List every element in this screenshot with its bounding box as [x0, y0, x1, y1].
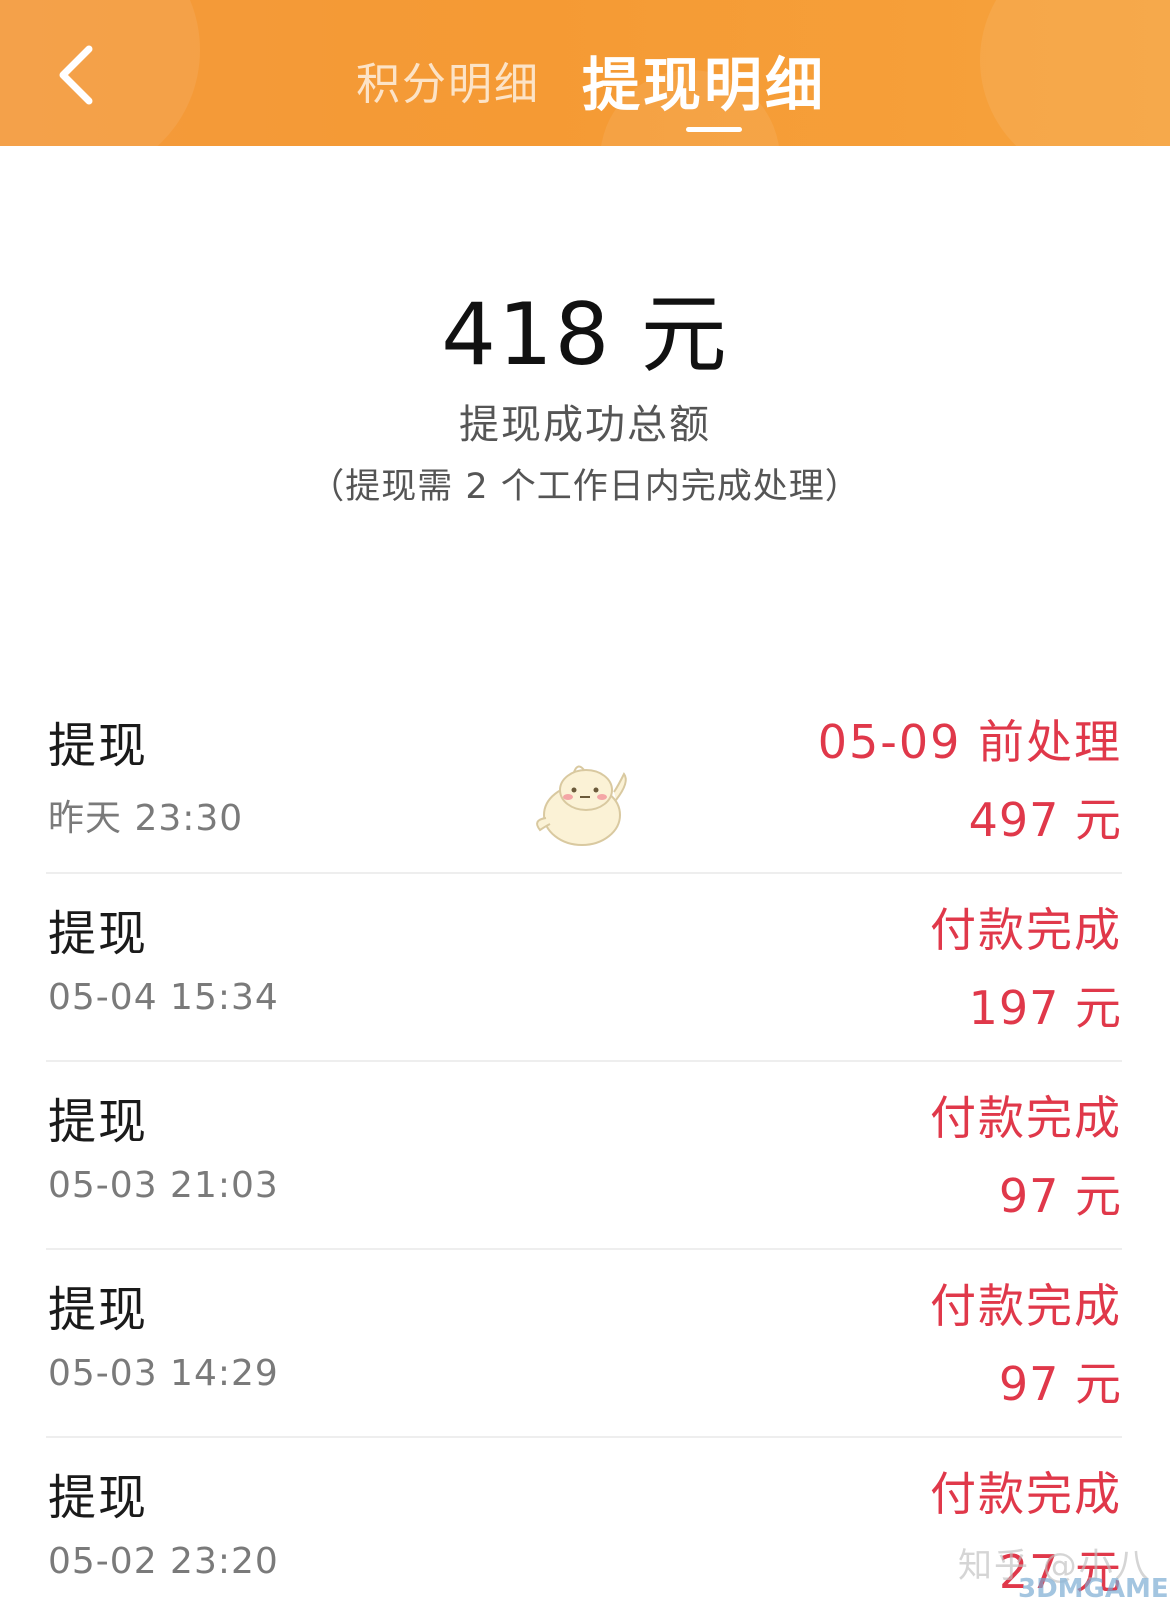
record-status: 付款完成 [930, 1467, 1122, 1521]
record-type: 提现 [48, 1282, 149, 1338]
tab-withdraw-details[interactable]: 提现明细 [582, 40, 826, 120]
total-withdrawn-label: 提现成功总额 [459, 402, 711, 448]
record-status: 付款完成 [930, 1279, 1122, 1333]
top-header: 积分明细 提现明细 [0, 0, 1170, 146]
header-decoration [980, 0, 1170, 146]
record-status: 付款完成 [930, 903, 1122, 957]
record-amount: 97 元 [998, 1169, 1122, 1223]
chevron-left-icon [59, 45, 93, 105]
record-status: 05-09 前处理 [817, 715, 1122, 769]
back-button[interactable] [40, 30, 110, 120]
record-type: 提现 [48, 906, 149, 962]
record-row[interactable]: 提现 05-03 21:03 付款完成 97 元 [46, 1062, 1122, 1250]
watermark: 知乎 @小八 3DMGAME [958, 1538, 1170, 1612]
chick-mascot-icon [536, 765, 627, 846]
tab-points-details[interactable]: 积分明细 [356, 40, 540, 120]
processing-note: （提现需 2 个工作日内完成处理） [309, 467, 861, 507]
record-amount: 497 元 [968, 793, 1122, 847]
record-row[interactable]: 提现 05-03 14:29 付款完成 97 元 [46, 1250, 1122, 1438]
record-status: 付款完成 [930, 1091, 1122, 1145]
record-type: 提现 [48, 1470, 149, 1526]
record-time: 05-03 21:03 [48, 1165, 279, 1206]
record-type: 提现 [48, 1094, 149, 1150]
watermark-logo: 3DMGAME [1018, 1574, 1169, 1604]
record-type: 提现 [48, 718, 149, 774]
record-time: 05-04 15:34 [48, 977, 279, 1018]
withdraw-details-page: 积分明细 提现明细 418 元 提现成功总额 （提现需 2 个工作日内完成处理）… [0, 0, 1170, 1612]
record-time: 昨天 23:30 [48, 798, 244, 839]
record-time: 05-03 14:29 [48, 1353, 279, 1394]
total-withdrawn-amount: 418 元 [441, 285, 729, 385]
record-row[interactable]: 提现 05-04 15:34 付款完成 197 元 [46, 874, 1122, 1062]
record-amount: 97 元 [998, 1357, 1122, 1411]
record-amount: 197 元 [968, 981, 1122, 1035]
record-time: 05-02 23:20 [48, 1541, 279, 1582]
active-tab-indicator [686, 127, 742, 132]
